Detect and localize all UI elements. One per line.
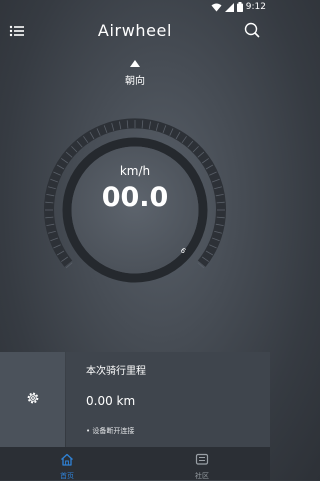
status-bar: 9:12 (0, 0, 270, 14)
app-title: Airwheel (97, 21, 173, 40)
community-icon (195, 453, 209, 465)
nav-item-community[interactable]: 社区 (172, 451, 232, 480)
trip-title: 本次骑行里程 (86, 366, 146, 377)
bottom-navigation: 首页 社区 (0, 447, 270, 480)
search-icon (244, 22, 260, 38)
direction-indicator: 朝向 (110, 52, 160, 87)
wifi-icon (211, 3, 222, 11)
speed-value: 00.0 (101, 182, 169, 213)
trip-info: 本次骑行里程 0.00 km • 设备断开连接 (66, 352, 270, 447)
home-icon (61, 453, 73, 466)
direction-label: 朝向 (125, 76, 145, 87)
speed-unit: km/h (119, 164, 151, 178)
search-button[interactable] (242, 20, 262, 40)
battery-icon (236, 2, 243, 12)
direction-arrow-icon (130, 60, 140, 67)
status-time: 9:12 (245, 2, 266, 12)
status-icons: 9:12 (211, 1, 266, 13)
settings-button[interactable] (0, 352, 65, 447)
gear-icon (27, 392, 39, 404)
nav-item-home[interactable]: 首页 (37, 451, 97, 480)
device-status: • 设备断开连接 (86, 427, 135, 435)
signal-icon (224, 2, 234, 12)
trip-panel: 本次骑行里程 0.00 km • 设备断开连接 (0, 352, 270, 447)
app-header: Airwheel (0, 14, 270, 50)
trip-distance: 0.00 km (86, 394, 136, 408)
